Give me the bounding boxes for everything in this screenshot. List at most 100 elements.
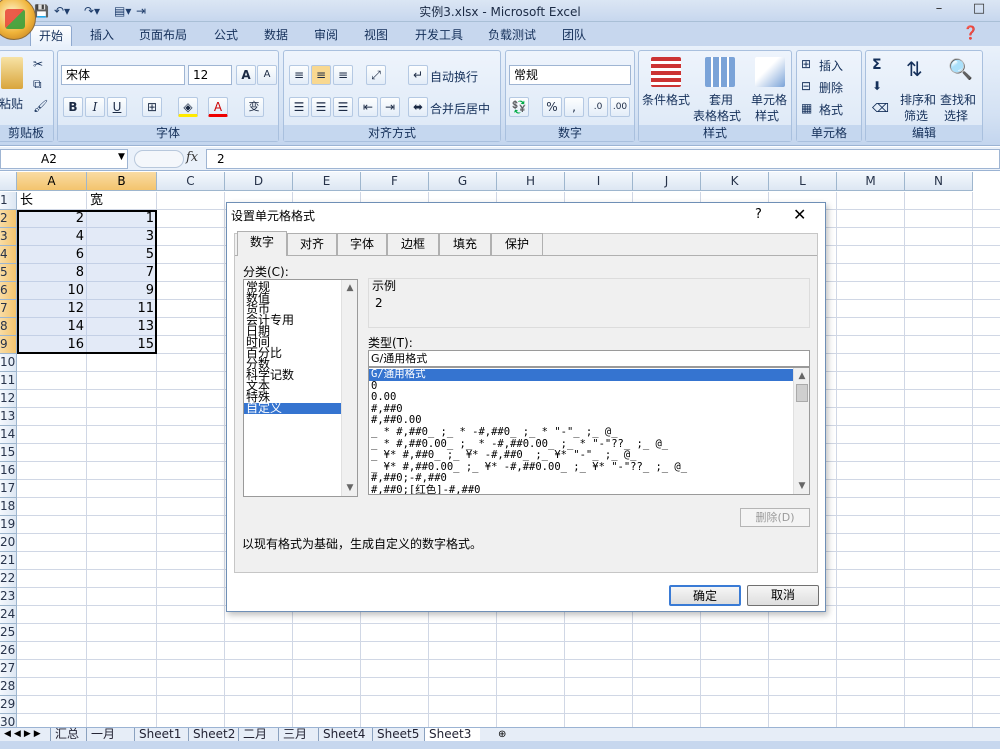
- tab-formulas[interactable]: 公式: [206, 25, 246, 46]
- ok-button[interactable]: 确定: [669, 585, 741, 606]
- sheet-tab[interactable]: 二月: [238, 728, 278, 742]
- align-center-icon[interactable]: ☰: [311, 97, 331, 117]
- tab-review[interactable]: 审阅: [306, 25, 346, 46]
- tab-developer[interactable]: 开发工具: [408, 25, 470, 46]
- column-header-g[interactable]: G: [429, 172, 497, 191]
- grow-font-button[interactable]: A: [236, 65, 256, 85]
- row-header[interactable]: 12: [0, 390, 17, 408]
- tab-view[interactable]: 视图: [356, 25, 396, 46]
- formula-bar-expand-icon[interactable]: [134, 150, 184, 168]
- cell-a7[interactable]: 12: [17, 300, 87, 318]
- cell-b9[interactable]: 15: [87, 336, 157, 354]
- row-header[interactable]: 8: [0, 318, 17, 336]
- cell-b5[interactable]: 7: [87, 264, 157, 282]
- type-item[interactable]: 0: [369, 380, 795, 393]
- name-box-dropdown-icon[interactable]: ▼: [118, 152, 125, 162]
- row-header[interactable]: 26: [0, 642, 17, 660]
- row-header[interactable]: 4: [0, 246, 17, 264]
- row-header[interactable]: 17: [0, 480, 17, 498]
- category-list[interactable]: 常规 数值 货币 会计专用 日期 时间 百分比 分数 科学记数 文本 特殊 自定义 ▲ ▼: [243, 279, 358, 497]
- cell-b4[interactable]: 5: [87, 246, 157, 264]
- cell-styles-label-1[interactable]: 单元格: [751, 91, 787, 108]
- conditional-format-icon[interactable]: [651, 57, 681, 87]
- insert-function-icon[interactable]: fx: [186, 150, 198, 165]
- fill-icon[interactable]: ⬇: [872, 79, 882, 93]
- row-header[interactable]: 25: [0, 624, 17, 642]
- cell-a4[interactable]: 6: [17, 246, 87, 264]
- border-icon[interactable]: ⊞: [142, 97, 162, 117]
- number-format-select[interactable]: 常规: [509, 65, 631, 85]
- formula-input[interactable]: 2: [206, 149, 1000, 169]
- percent-button[interactable]: %: [542, 97, 562, 117]
- merge-center-icon[interactable]: ⬌: [408, 97, 428, 117]
- category-item[interactable]: 自定义: [244, 402, 342, 414]
- cell-b2[interactable]: 1: [87, 210, 157, 228]
- align-right-icon[interactable]: ☰: [333, 97, 353, 117]
- delete-format-button[interactable]: 删除(D): [740, 508, 810, 527]
- column-header-j[interactable]: J: [633, 172, 701, 191]
- cell-a8[interactable]: 14: [17, 318, 87, 336]
- accounting-format-icon[interactable]: 💱: [509, 97, 529, 117]
- row-header[interactable]: 23: [0, 588, 17, 606]
- type-scroll-down-icon[interactable]: ▼: [794, 478, 809, 494]
- tab-team[interactable]: 团队: [554, 25, 594, 46]
- find-select-label-1[interactable]: 查找和: [940, 91, 976, 108]
- wrap-text-label[interactable]: 自动换行: [430, 68, 478, 85]
- cell-styles-label-2[interactable]: 样式: [755, 107, 779, 124]
- increase-decimal-icon[interactable]: .0: [588, 97, 608, 117]
- scroll-up-icon[interactable]: ▲: [342, 280, 357, 296]
- align-left-icon[interactable]: ☰: [289, 97, 309, 117]
- dialog-tab-protection[interactable]: 保护: [491, 233, 543, 255]
- type-item[interactable]: _ ¥* #,##0_ ;_ ¥* -#,##0_ ;_ ¥* "-"_ ;_ …: [369, 450, 795, 462]
- type-input[interactable]: G/通用格式: [368, 350, 810, 367]
- paste-label[interactable]: 粘贴: [0, 95, 23, 112]
- tab-insert[interactable]: 插入: [82, 25, 122, 46]
- column-header-f[interactable]: F: [361, 172, 429, 191]
- sheet-nav-icon[interactable]: ◀◀▶▶: [4, 728, 44, 741]
- fill-color-icon[interactable]: ◈: [178, 97, 198, 117]
- row-header[interactable]: 14: [0, 426, 17, 444]
- font-size-select[interactable]: 12: [188, 65, 232, 85]
- maximize-icon[interactable]: □: [968, 1, 990, 19]
- cell-b6[interactable]: 9: [87, 282, 157, 300]
- format-cells-label[interactable]: 格式: [819, 101, 843, 118]
- italic-button[interactable]: I: [85, 97, 105, 117]
- format-as-table-label-2[interactable]: 表格格式: [693, 107, 741, 124]
- sort-filter-label-1[interactable]: 排序和: [900, 91, 936, 108]
- row-header[interactable]: 29: [0, 696, 17, 714]
- cell-styles-icon[interactable]: [755, 57, 785, 87]
- sheet-tab[interactable]: Sheet1: [134, 728, 188, 742]
- font-color-icon[interactable]: A: [208, 97, 228, 117]
- row-header[interactable]: 21: [0, 552, 17, 570]
- column-header-i[interactable]: I: [565, 172, 633, 191]
- tab-load-test[interactable]: 负载测试: [480, 25, 544, 46]
- phonetic-button[interactable]: 变: [244, 97, 264, 117]
- category-scrollbar[interactable]: ▲ ▼: [341, 280, 357, 496]
- cell-b3[interactable]: 3: [87, 228, 157, 246]
- column-header-e[interactable]: E: [293, 172, 361, 191]
- sheet-tab[interactable]: 一月: [86, 728, 134, 742]
- cell-b1[interactable]: 宽: [87, 192, 157, 210]
- dialog-tab-border[interactable]: 边框: [387, 233, 439, 255]
- merge-center-label[interactable]: 合并后居中: [430, 100, 490, 117]
- cut-icon[interactable]: ✂: [33, 57, 43, 71]
- autosum-button[interactable]: Σ: [872, 57, 882, 73]
- shrink-font-button[interactable]: A: [257, 65, 277, 85]
- column-header-m[interactable]: M: [837, 172, 905, 191]
- row-header[interactable]: 2: [0, 210, 17, 228]
- column-header-n[interactable]: N: [905, 172, 973, 191]
- cell-b8[interactable]: 13: [87, 318, 157, 336]
- row-header[interactable]: 9: [0, 336, 17, 354]
- align-top-icon[interactable]: ≡: [289, 65, 309, 85]
- insert-cells-label[interactable]: 插入: [819, 57, 843, 74]
- column-header-c[interactable]: C: [157, 172, 225, 191]
- delete-cells-icon[interactable]: ⊟: [801, 79, 811, 93]
- sort-filter-icon[interactable]: ⇅: [906, 57, 923, 81]
- row-header[interactable]: 18: [0, 498, 17, 516]
- sheet-tab[interactable]: Sheet4: [318, 728, 372, 742]
- tab-home[interactable]: 开始: [30, 25, 72, 46]
- dialog-tab-number[interactable]: 数字: [237, 231, 287, 256]
- clear-icon[interactable]: ⌫: [872, 101, 889, 115]
- increase-indent-icon[interactable]: ⇥: [380, 97, 400, 117]
- row-header[interactable]: 20: [0, 534, 17, 552]
